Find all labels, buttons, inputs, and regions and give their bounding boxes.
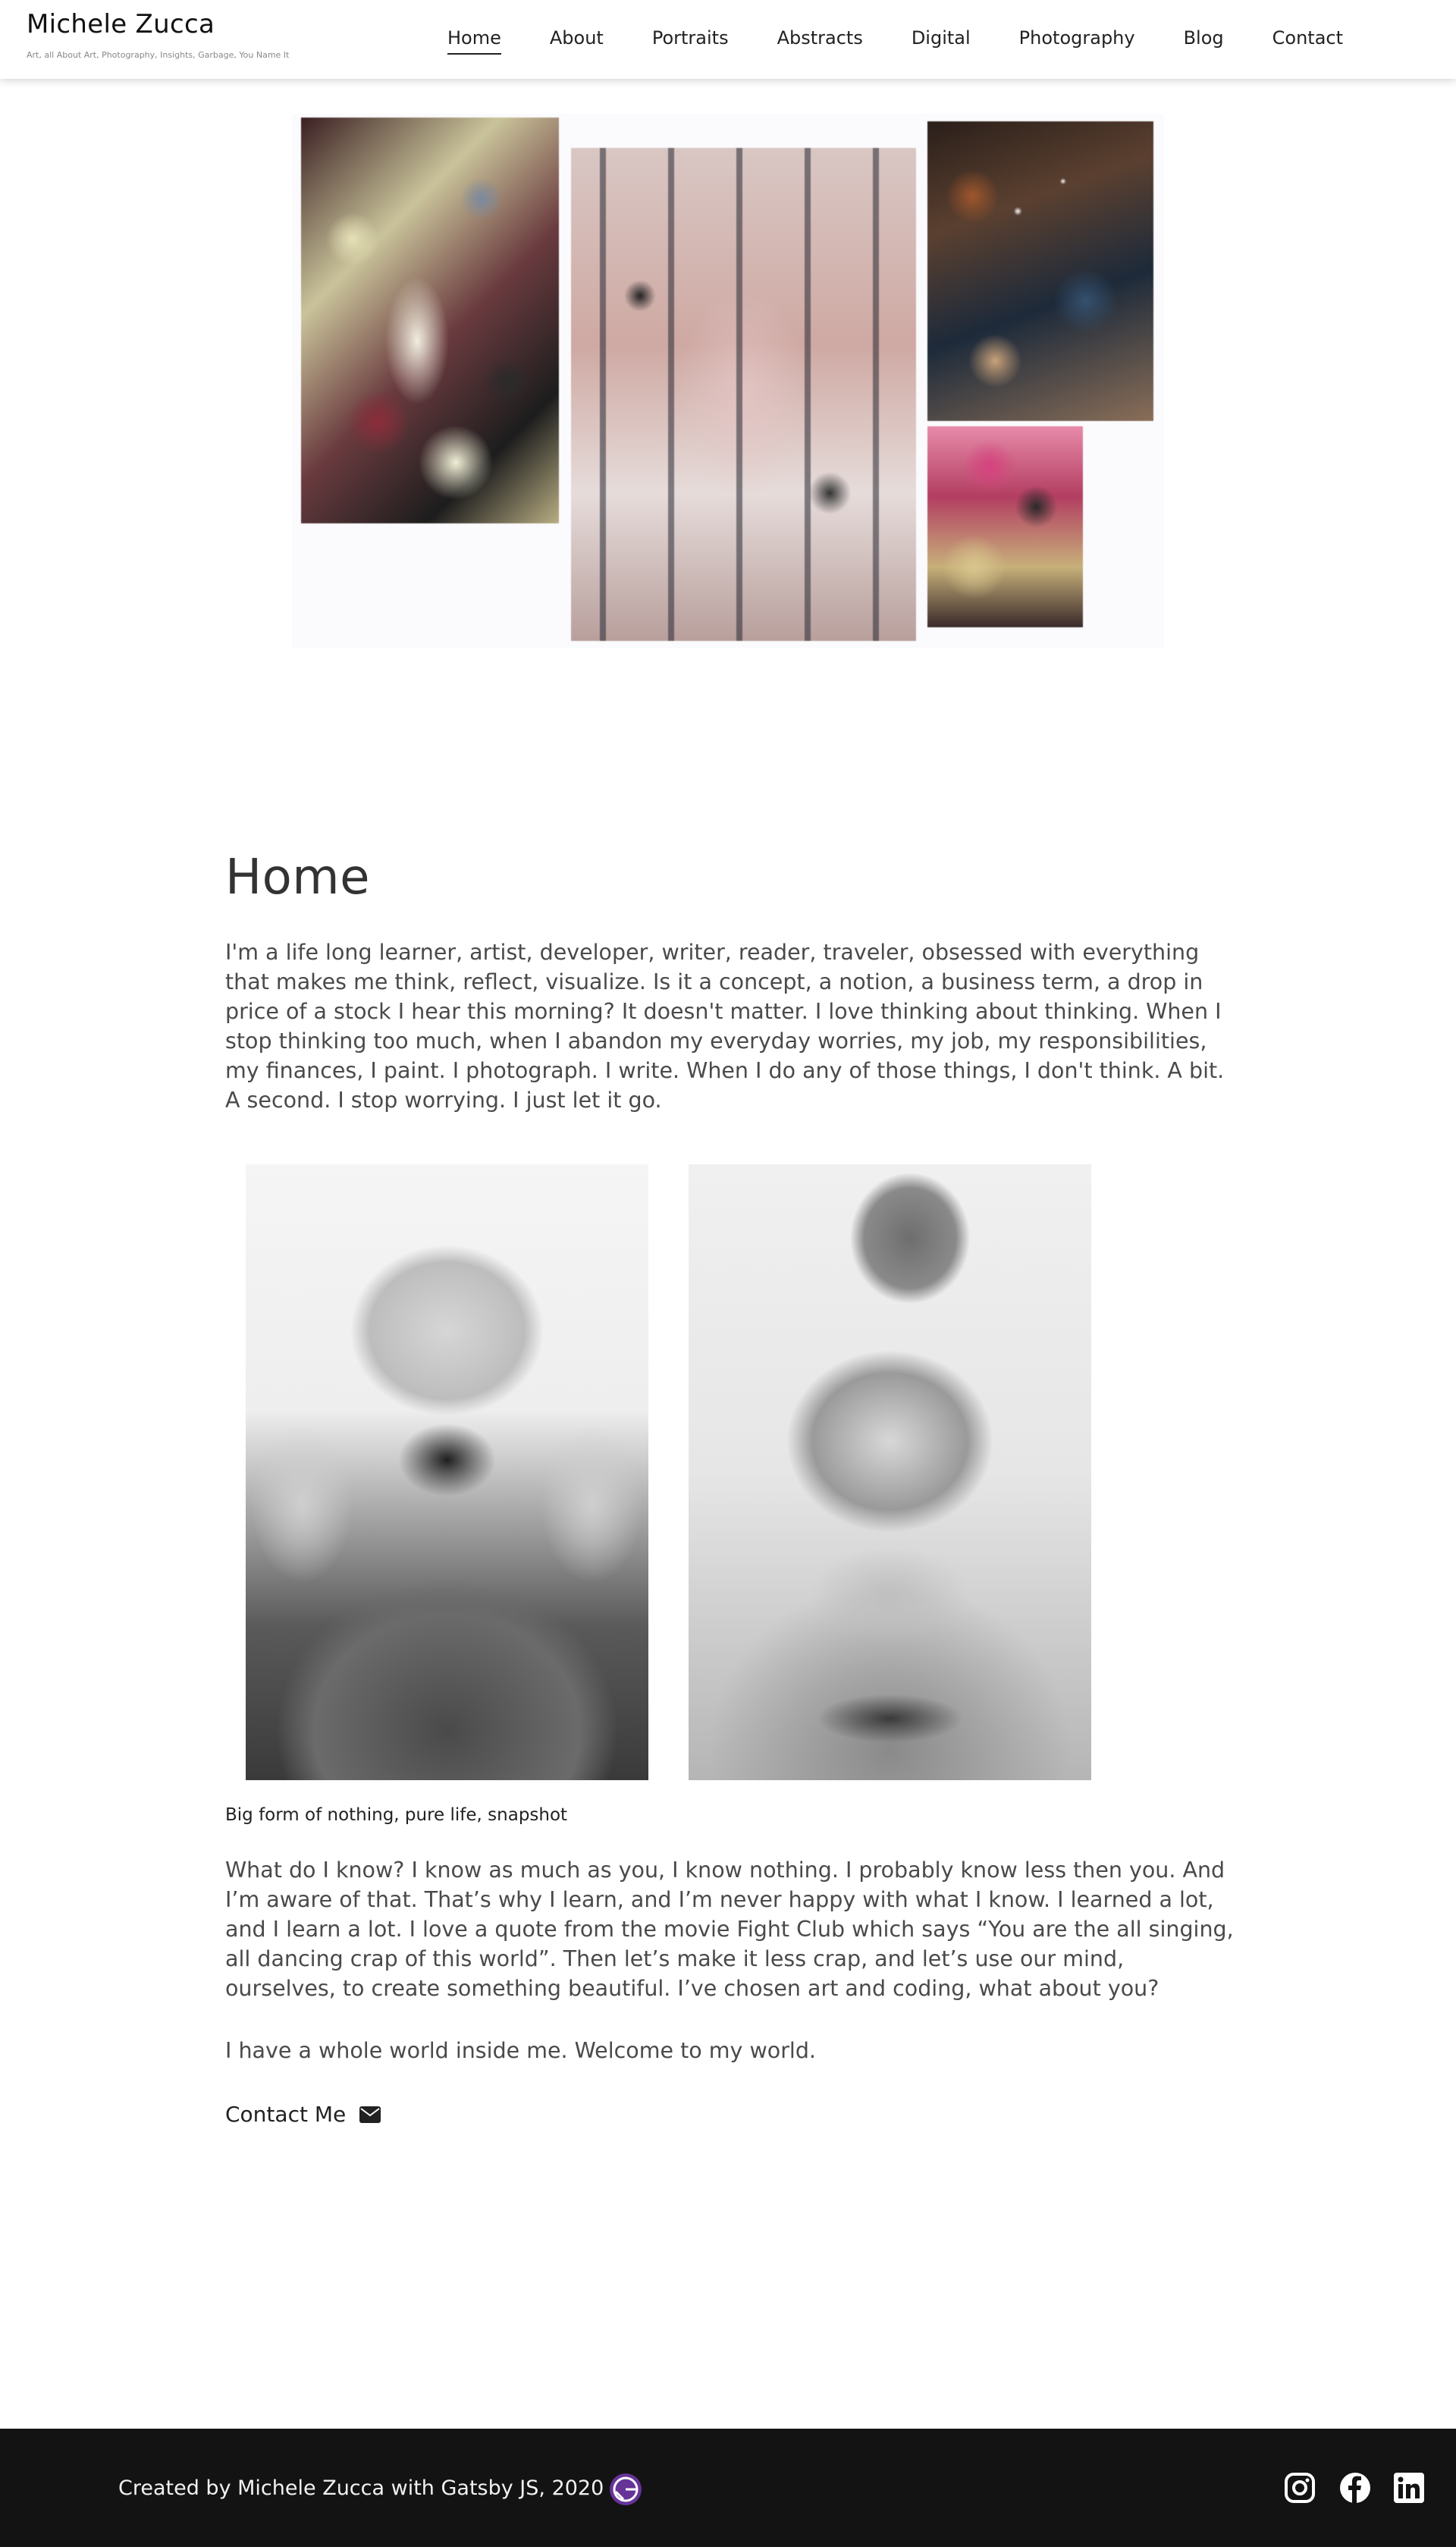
nav-digital[interactable]: Digital [912,27,971,55]
nav-blog[interactable]: Blog [1184,27,1224,55]
portrait-photo-hat [246,1164,648,1780]
site-footer: Created by Michele Zucca with Gatsby JS,… [0,2429,1456,2547]
main-nav: Home About Portraits Abstracts Digital P… [447,27,1392,55]
abstract-painting-3 [927,121,1153,421]
nav-photography[interactable]: Photography [1019,27,1135,55]
footer-credit: Created by Michele Zucca with Gatsby JS,… [118,2476,604,2500]
intro-paragraph: I'm a life long learner, artist, develop… [225,940,1225,1113]
nav-home[interactable]: Home [447,27,501,55]
abstract-painting-2 [571,148,916,641]
instagram-icon[interactable] [1283,2471,1316,2505]
site-title[interactable]: Michele Zucca [27,9,289,39]
linkedin-icon[interactable] [1392,2471,1426,2505]
main-content: Home I'm a life long learner, artist, de… [225,850,1234,1115]
contact-me-label: Contact Me [225,2102,347,2127]
hero-collage [292,114,1164,652]
contact-me-link[interactable]: Contact Me [225,2102,381,2127]
nav-abstracts[interactable]: Abstracts [777,27,863,55]
gatsby-logo-icon[interactable] [609,2473,642,2506]
envelope-icon [359,2106,381,2123]
facebook-icon[interactable] [1338,2471,1372,2505]
abstract-painting-1 [301,118,559,523]
body-paragraph: What do I know? I know as much as you, I… [225,1858,1234,2001]
photo-caption: Big form of nothing, pure life, snapshot [225,1805,568,1825]
brand[interactable]: Michele Zucca Art, all About Art, Photog… [27,9,289,60]
nav-about[interactable]: About [550,27,604,55]
portrait-photo-child [689,1164,1091,1780]
page-title: Home [225,850,370,906]
site-tagline: Art, all About Art, Photography, Insight… [27,50,290,60]
closing-paragraph: I have a whole world inside me. Welcome … [225,2038,816,2063]
nav-contact[interactable]: Contact [1272,27,1343,55]
abstract-painting-4 [927,426,1083,627]
site-header: Michele Zucca Art, all About Art, Photog… [0,0,1456,79]
nav-portraits[interactable]: Portraits [652,27,729,55]
